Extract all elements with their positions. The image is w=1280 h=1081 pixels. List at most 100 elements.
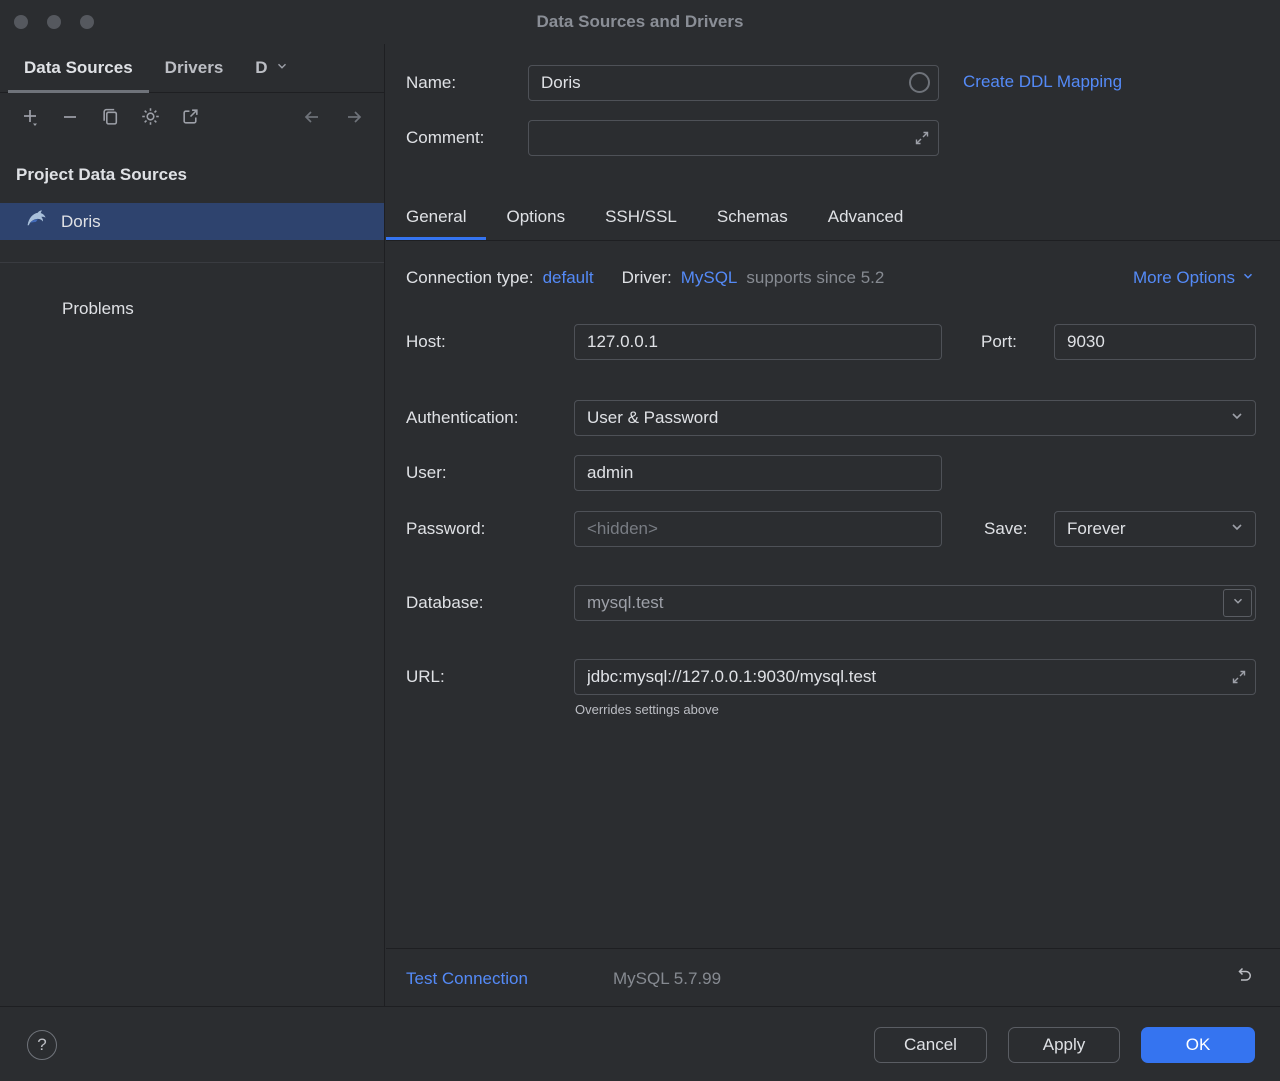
open-in-editor-button[interactable] xyxy=(176,105,204,133)
tab-ssh-ssl[interactable]: SSH/SSL xyxy=(585,194,697,240)
chevron-down-icon xyxy=(1231,593,1245,613)
help-icon: ? xyxy=(37,1035,46,1055)
create-ddl-mapping-link[interactable]: Create DDL Mapping xyxy=(963,72,1122,92)
tab-ssh-ssl-label: SSH/SSL xyxy=(605,207,677,227)
host-input[interactable] xyxy=(574,324,942,360)
url-field xyxy=(574,659,1256,695)
port-label: Port: xyxy=(981,332,1017,352)
add-icon xyxy=(20,107,40,132)
url-label: URL: xyxy=(406,667,445,687)
help-button[interactable]: ? xyxy=(27,1030,57,1060)
sidebar-tabs: Data Sources Drivers D xyxy=(0,44,384,93)
comment-field xyxy=(528,120,939,156)
duplicate-icon xyxy=(101,107,120,131)
tab-data-sources-label: Data Sources xyxy=(24,58,133,78)
port-input[interactable] xyxy=(1054,324,1256,360)
settings-tabs: General Options SSH/SSL Schemas Advanced xyxy=(386,194,923,240)
user-label: User: xyxy=(406,463,447,483)
back-icon xyxy=(302,107,322,132)
data-source-item-doris[interactable]: Doris xyxy=(0,203,384,240)
forward-button[interactable] xyxy=(340,105,368,133)
tab-options-label: Options xyxy=(506,207,565,227)
password-label: Password: xyxy=(406,519,485,539)
tab-drivers-label: Drivers xyxy=(165,58,224,78)
password-field xyxy=(574,511,942,547)
url-input[interactable] xyxy=(574,659,1256,695)
tab-options[interactable]: Options xyxy=(486,194,585,240)
authentication-value: User & Password xyxy=(587,408,718,428)
expand-icon[interactable] xyxy=(1231,669,1247,690)
open-in-editor-icon xyxy=(181,107,200,131)
forward-icon xyxy=(344,107,364,132)
chevron-down-icon xyxy=(1241,268,1255,288)
database-label: Database: xyxy=(406,593,484,613)
settings-button[interactable] xyxy=(136,105,164,133)
project-data-sources-header: Project Data Sources xyxy=(0,145,384,185)
save-value: Forever xyxy=(1067,519,1126,539)
window-title: Data Sources and Drivers xyxy=(0,0,1280,44)
dialog-actions: Cancel Apply OK xyxy=(874,1027,1255,1063)
chevron-down-icon xyxy=(275,58,289,78)
tab-advanced-label: Advanced xyxy=(828,207,904,227)
settings-gear-icon xyxy=(141,107,160,131)
ok-button[interactable]: OK xyxy=(1141,1027,1255,1063)
tab-general[interactable]: General xyxy=(386,194,486,240)
name-input[interactable] xyxy=(528,65,939,101)
password-input[interactable] xyxy=(574,511,942,547)
database-combo[interactable]: mysql.test xyxy=(574,585,1256,621)
comment-input[interactable] xyxy=(528,120,939,156)
connection-type-label: Connection type: xyxy=(406,268,534,288)
save-select[interactable]: Forever xyxy=(1054,511,1256,547)
name-field xyxy=(528,65,939,101)
user-input[interactable] xyxy=(574,455,942,491)
tab-drivers[interactable]: Drivers xyxy=(149,44,240,92)
revert-icon xyxy=(1234,965,1254,990)
tab-advanced[interactable]: Advanced xyxy=(808,194,924,240)
problems-item[interactable]: Problems xyxy=(0,263,384,319)
back-button[interactable] xyxy=(298,105,326,133)
database-value: mysql.test xyxy=(587,593,664,613)
duplicate-button[interactable] xyxy=(96,105,124,133)
driver-note: supports since 5.2 xyxy=(746,268,884,288)
add-data-source-button[interactable] xyxy=(16,105,44,133)
tab-schemas[interactable]: Schemas xyxy=(697,194,808,240)
divider xyxy=(386,240,1280,241)
driver-value-link[interactable]: MySQL xyxy=(681,268,738,288)
data-sources-dialog: Data Sources and Drivers Data Sources Dr… xyxy=(0,0,1280,1081)
data-source-label: Doris xyxy=(61,212,101,232)
tab-data-sources[interactable]: Data Sources xyxy=(8,44,149,92)
database-dropdown-button[interactable] xyxy=(1223,589,1252,617)
revert-button[interactable] xyxy=(1228,961,1260,993)
main-panel: Name: Create DDL Mapping Comment: Genera… xyxy=(386,44,1280,1006)
mysql-dolphin-icon xyxy=(26,209,47,235)
port-field xyxy=(1054,324,1256,360)
connection-type-row: Connection type: default Driver: MySQL s… xyxy=(406,268,884,288)
more-options-link[interactable]: More Options xyxy=(1133,268,1255,288)
status-circle-icon xyxy=(909,72,930,93)
expand-icon[interactable] xyxy=(914,130,930,151)
driver-label: Driver: xyxy=(622,268,672,288)
test-connection-link[interactable]: Test Connection xyxy=(406,969,528,989)
host-field xyxy=(574,324,942,360)
dialog-footer: ? Cancel Apply OK xyxy=(0,1006,1280,1081)
user-field xyxy=(574,455,942,491)
apply-button[interactable]: Apply xyxy=(1008,1027,1120,1063)
sidebar-toolbar xyxy=(0,93,384,145)
tab-ddl-label: D xyxy=(255,58,267,78)
authentication-select[interactable]: User & Password xyxy=(574,400,1256,436)
titlebar: Data Sources and Drivers xyxy=(0,0,1280,44)
tab-ddl-mappings-truncated[interactable]: D xyxy=(239,44,304,92)
remove-data-source-button[interactable] xyxy=(56,105,84,133)
more-options-label: More Options xyxy=(1133,268,1235,288)
divider xyxy=(386,948,1280,949)
connection-type-value-link[interactable]: default xyxy=(543,268,594,288)
host-label: Host: xyxy=(406,332,446,352)
comment-label: Comment: xyxy=(406,128,484,148)
cancel-button[interactable]: Cancel xyxy=(874,1027,987,1063)
sidebar: Data Sources Drivers D xyxy=(0,44,385,1006)
tab-general-label: General xyxy=(406,207,466,227)
authentication-label: Authentication: xyxy=(406,408,518,428)
remove-icon xyxy=(60,107,80,132)
save-label: Save: xyxy=(984,519,1027,539)
url-note: Overrides settings above xyxy=(575,702,719,717)
